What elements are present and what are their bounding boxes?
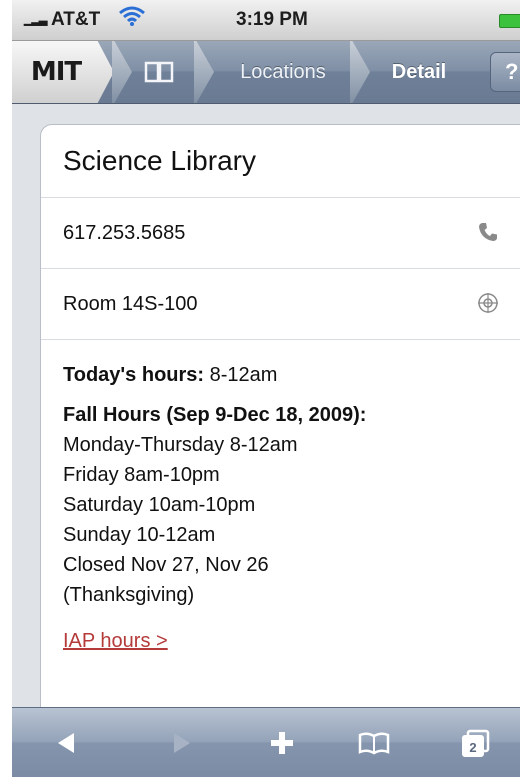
room-row[interactable]: Room 14S-100 [41, 269, 520, 340]
schedule-line: Sunday 10-12am [63, 524, 216, 546]
forward-arrow-icon[interactable] [164, 726, 200, 760]
schedule-line: Saturday 10am-10pm [63, 494, 256, 516]
schedule-line: (Thanksgiving) [63, 584, 195, 606]
mit-logo: MIT [30, 57, 82, 87]
breadcrumb: MIT Locations Detail ? [12, 41, 520, 104]
help-button[interactable]: ? [490, 52, 520, 92]
fall-hours-heading: Fall Hours (Sep 9-Dec 18, 2009): [63, 400, 513, 430]
screen: ▁▂▃ AT&T 3:19 PM MIT Locations Detail ? … [12, 0, 520, 777]
detail-crumb: Detail [364, 41, 474, 103]
schedule-line: Closed Nov 27, Nov 26 [63, 554, 269, 576]
battery-icon [499, 14, 520, 28]
location-detail-card: Science Library 617.253.5685 Room 14S-10… [40, 124, 520, 746]
wifi-icon [119, 6, 145, 26]
todays-hours-label: Today's hours: [63, 364, 205, 386]
phone-icon [479, 223, 497, 241]
clock: 3:19 PM [236, 9, 308, 30]
pages-count: 2 [469, 740, 476, 755]
schedule-line: Friday 8am-10pm [63, 464, 220, 486]
map-target-icon [478, 293, 498, 313]
phone-number: 617.253.5685 [63, 221, 186, 244]
locations-crumb-label: Locations [240, 60, 326, 83]
bookmarks-icon[interactable] [356, 726, 392, 760]
schedule-line: Monday-Thursday 8-12am [63, 434, 298, 456]
detail-crumb-label: Detail [391, 60, 447, 83]
room-location: Room 14S-100 [63, 292, 198, 315]
fall-hours-heading-text: Fall Hours (Sep 9-Dec 18, 2009): [63, 404, 367, 426]
add-bookmark-icon[interactable] [264, 726, 300, 760]
signal-bars-icon: ▁▂▃ [24, 14, 47, 26]
hours-section: Today's hours: 8-12am Fall Hours (Sep 9-… [41, 340, 520, 656]
browser-toolbar: 2 [12, 707, 520, 777]
directory-crumb[interactable] [128, 41, 190, 103]
status-bar: ▁▂▃ AT&T 3:19 PM [12, 0, 520, 41]
pages-icon[interactable]: 2 [458, 726, 494, 760]
phone-row[interactable]: 617.253.5685 [41, 198, 520, 269]
help-label: ? [505, 59, 519, 84]
locations-crumb[interactable]: Locations [208, 41, 358, 103]
book-icon [144, 61, 174, 83]
home-crumb[interactable]: MIT [12, 41, 114, 103]
page-title: Science Library [41, 125, 520, 198]
iap-hours-link[interactable]: IAP hours > [63, 626, 168, 656]
todays-hours-value: 8-12am [209, 364, 278, 386]
carrier-name: AT&T [50, 9, 101, 30]
carrier-indicator: ▁▂▃ AT&T [24, 9, 100, 31]
todays-hours: Today's hours: 8-12am [63, 360, 513, 390]
back-arrow-icon[interactable] [48, 726, 84, 760]
